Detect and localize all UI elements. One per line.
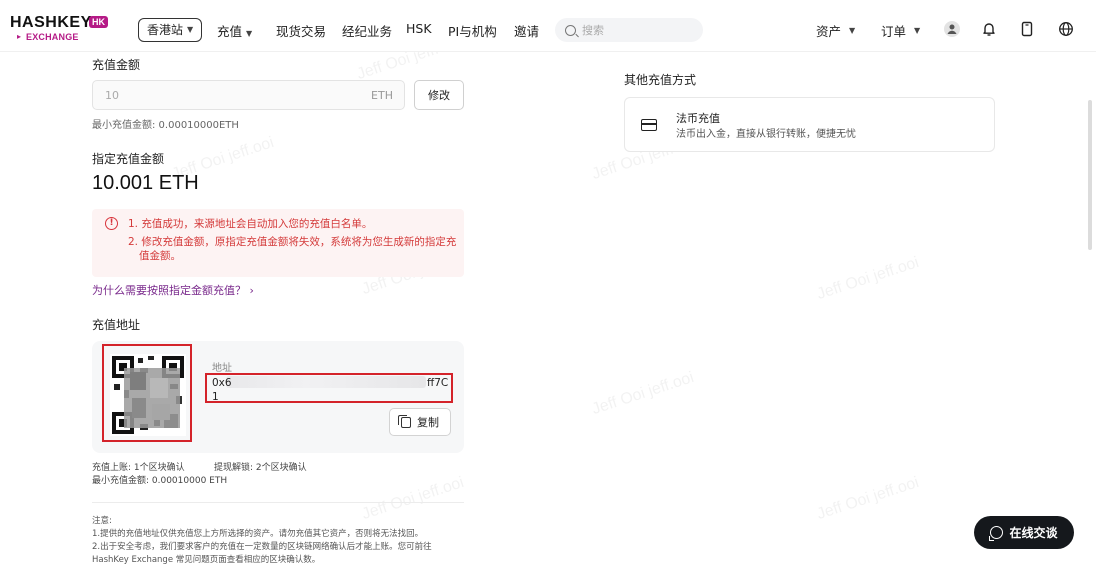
- globe-icon[interactable]: [1057, 20, 1075, 38]
- user-icon[interactable]: [943, 20, 961, 38]
- why-link-label: 为什么需要按照指定金额充值？: [92, 284, 246, 297]
- alert-line-3: 值金额。: [139, 250, 181, 262]
- nav-spot[interactable]: 现货交易: [276, 21, 326, 40]
- copy-label: 复制: [417, 416, 439, 429]
- search-placeholder: 搜索: [582, 24, 604, 37]
- online-chat-button[interactable]: 在线交谈: [974, 516, 1074, 549]
- chevron-right-icon: ›: [249, 284, 254, 297]
- why-specified-amount-link[interactable]: 为什么需要按照指定金额充值？ ›: [92, 282, 254, 298]
- chevron-down-icon: ▼: [849, 26, 856, 35]
- amount-section-title: 充值金额: [92, 58, 141, 72]
- region-label: 香港站: [147, 23, 184, 37]
- search-input[interactable]: 搜索: [555, 18, 703, 42]
- nav-brokerage[interactable]: 经纪业务: [342, 21, 392, 40]
- watermark: Jeff Ooi jeff.ooi: [814, 474, 922, 524]
- confirm-unlock: 提现解锁: 2个区块确认: [214, 463, 307, 473]
- chevron-down-icon: ▼: [914, 26, 921, 35]
- divider: [92, 502, 464, 503]
- notice-line-3: HashKey Exchange 常见问题页面查看相应的区块确认数。: [92, 555, 321, 565]
- logo-subtext: EXCHANGE: [26, 32, 79, 42]
- scrollbar[interactable]: [1088, 100, 1092, 250]
- alert-box: ! 1. 充值成功，来源地址会自动加入您的充值白名单。 2. 修改充值金额，原指…: [92, 209, 464, 277]
- credit-card-icon: [641, 119, 657, 131]
- alert-line-1: 1. 充值成功，来源地址会自动加入您的充值白名单。: [128, 218, 373, 230]
- address-highlight-box: [205, 373, 453, 403]
- nav-orders-label: 订单: [881, 24, 907, 39]
- chevron-down-icon: ▼: [187, 25, 194, 34]
- phone-icon[interactable]: [1018, 20, 1036, 38]
- fiat-title: 法币充值: [676, 112, 720, 125]
- nav-invite[interactable]: 邀请: [514, 21, 539, 40]
- address-label: 地址: [212, 363, 232, 374]
- nav-deposit-label: 充值: [217, 24, 243, 39]
- specified-amount: 10.001 ETH: [92, 172, 199, 194]
- watermark: Jeff Ooi jeff.ooi: [589, 369, 697, 419]
- other-methods-title: 其他充值方式: [624, 73, 697, 87]
- search-icon: [565, 24, 576, 36]
- notice-title: 注意:: [92, 516, 112, 526]
- logo-text: HASHKEY: [10, 14, 92, 31]
- min-deposit: 最小充值金额: 0.00010000 ETH: [92, 476, 228, 486]
- nav-pi[interactable]: PI与机构: [448, 21, 497, 40]
- watermark: Jeff Ooi jeff.ooi: [359, 474, 467, 524]
- nav-orders[interactable]: 订单 ▼: [881, 21, 920, 40]
- logo-arrow-icon: ▸: [17, 32, 22, 41]
- amount-unit: ETH: [371, 89, 393, 102]
- top-nav: HASHKEY HK ▸ EXCHANGE 香港站 ▼ 充值 ▼ 现货交易 经纪…: [0, 0, 1096, 52]
- amount-value: 10: [105, 89, 119, 102]
- bell-icon[interactable]: [980, 20, 998, 38]
- chevron-down-icon: ▼: [246, 29, 253, 38]
- watermark: Jeff Ooi jeff.ooi: [814, 254, 922, 304]
- nav-assets-label: 资产: [816, 24, 842, 39]
- qr-code: [110, 354, 186, 436]
- address-section-title: 充值地址: [92, 318, 141, 332]
- fiat-deposit-card[interactable]: 法币充值 法币出入金，直接从银行转账，便捷无忧: [624, 97, 995, 152]
- chat-icon: [989, 526, 1004, 541]
- copy-icon: [398, 414, 411, 428]
- logo[interactable]: HASHKEY HK ▸ EXCHANGE: [10, 14, 110, 44]
- confirm-arrival: 充值上账: 1个区块确认: [92, 463, 185, 473]
- modify-button[interactable]: 修改: [414, 80, 464, 110]
- nav-hsk[interactable]: HSK: [406, 21, 432, 36]
- amount-input[interactable]: 10 ETH: [92, 80, 405, 110]
- warning-icon: !: [105, 217, 118, 230]
- chat-label: 在线交谈: [1009, 526, 1058, 540]
- notice-line-2: 2.出于安全考虑，我们要求客户的充值在一定数量的区块链网络确认后才能上账。您可前…: [92, 542, 432, 552]
- notice-line-1: 1.提供的充值地址仅供充值您上方所选择的资产。请勿充值其它资产，否则将无法找回。: [92, 529, 424, 539]
- nav-assets[interactable]: 资产 ▼: [816, 21, 855, 40]
- logo-badge: HK: [89, 16, 108, 28]
- nav-deposit[interactable]: 充值 ▼: [217, 21, 252, 40]
- fiat-description: 法币出入金，直接从银行转账，便捷无忧: [676, 129, 856, 140]
- region-selector[interactable]: 香港站 ▼: [138, 18, 203, 42]
- copy-address-button[interactable]: 复制: [389, 408, 451, 436]
- alert-line-2: 2. 修改充值金额，原指定充值金额将失效，系统将为您生成新的指定充: [128, 236, 457, 248]
- min-amount-note: 最小充值金额: 0.00010000ETH: [92, 120, 239, 131]
- specified-amount-label: 指定充值金额: [92, 152, 165, 166]
